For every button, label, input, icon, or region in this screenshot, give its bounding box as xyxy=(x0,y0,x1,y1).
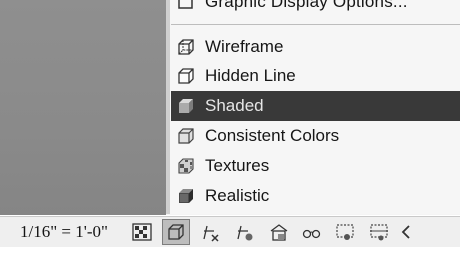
temporary-hide-icon[interactable] xyxy=(300,219,324,245)
graphic-display-icon xyxy=(175,0,197,13)
shaded-cube-icon xyxy=(175,95,197,117)
visual-style-menu: Graphic Display Options... Wireframe Hid… xyxy=(166,0,460,214)
view-control-bar: 1/16" = 1'-0" xyxy=(0,216,460,248)
view-scale[interactable]: 1/16" = 1'-0" xyxy=(20,222,130,242)
crop-view-icon[interactable] xyxy=(366,219,392,245)
menu-item-label: Consistent Colors xyxy=(205,126,340,145)
show-rendering-icon[interactable] xyxy=(266,219,292,245)
page-margin xyxy=(0,247,460,261)
reveal-hidden-icon[interactable] xyxy=(332,219,358,245)
menu-item-label: Hidden Line xyxy=(205,66,296,85)
textures-cube-icon xyxy=(175,155,197,177)
menu-item-hidden-line[interactable]: Hidden Line xyxy=(171,61,460,91)
hidden-line-cube-icon xyxy=(175,65,197,87)
menu-item-label: Shaded xyxy=(205,96,264,115)
menu-item-wireframe[interactable]: Wireframe xyxy=(171,32,460,62)
menu-item-consistent-colors[interactable]: Consistent Colors xyxy=(171,121,460,151)
menu-item-textures[interactable]: Textures xyxy=(171,151,460,181)
scroll-left-icon[interactable] xyxy=(400,219,412,245)
menu-item-label: Graphic Display Options... xyxy=(205,0,408,11)
menu-item-label: Realistic xyxy=(205,186,270,205)
menu-icon-gutter xyxy=(167,0,170,214)
drawing-viewport[interactable] xyxy=(0,0,166,215)
consistent-colors-cube-icon xyxy=(175,125,197,147)
menu-item-realistic[interactable]: Realistic xyxy=(171,181,460,211)
menu-item-label: Wireframe xyxy=(205,37,284,56)
wireframe-cube-icon xyxy=(175,36,197,58)
menu-item-label: Textures xyxy=(205,156,270,175)
sun-path-icon[interactable] xyxy=(198,219,224,245)
shadows-icon[interactable] xyxy=(232,219,258,245)
realistic-cube-icon xyxy=(175,185,197,207)
menu-separator xyxy=(171,24,460,25)
detail-level-icon[interactable] xyxy=(130,219,154,245)
visual-style-icon[interactable] xyxy=(162,219,190,245)
menu-item-shaded[interactable]: Shaded xyxy=(171,91,460,121)
menu-item-graphic-display-options[interactable]: Graphic Display Options... xyxy=(171,0,460,17)
